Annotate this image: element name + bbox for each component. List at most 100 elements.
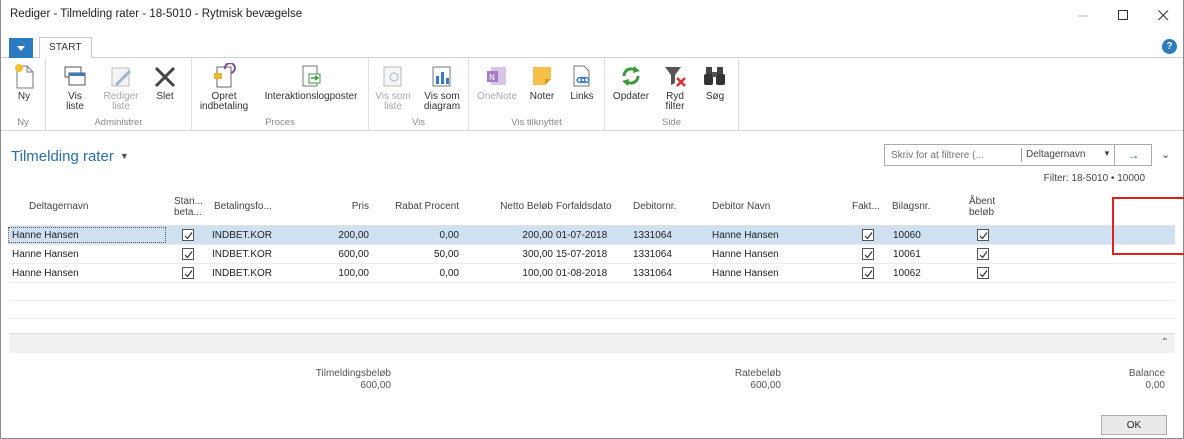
checkmark-icon (979, 270, 988, 278)
chevron-down-icon[interactable]: ▼ (1103, 149, 1111, 158)
cell-pris[interactable]: 600,00 (309, 249, 369, 260)
cell-netto[interactable]: 100,00 (493, 268, 553, 279)
app-menu-button[interactable] (9, 38, 33, 58)
view-as-chart-button[interactable]: Vis som diagram (419, 61, 465, 112)
checkbox-standard-betaling[interactable] (182, 248, 194, 260)
cell-debitor-navn[interactable]: Hanne Hansen (712, 230, 779, 241)
cell-betalingsform[interactable]: INDBET.KOR (212, 249, 272, 260)
checkbox-aabent-beloeb[interactable] (977, 248, 989, 260)
cell-pris[interactable]: 200,00 (309, 230, 369, 241)
cell-betalingsform[interactable]: INDBET.KOR (212, 230, 272, 241)
cell-debitor-navn[interactable]: Hanne Hansen (712, 249, 779, 260)
notes-button[interactable]: Noter (525, 61, 559, 102)
links-label: Links (570, 91, 594, 102)
chevron-down-icon[interactable]: ⌄ (1161, 148, 1170, 161)
cell-forfaldsdato[interactable]: 01-08-2018 (556, 268, 607, 279)
refresh-button[interactable]: Opdater (611, 61, 651, 102)
ribbon-tab-strip: START ? (1, 36, 1183, 59)
table-row[interactable]: Hanne Hansen INDBET.KOR 600,00 50,00 300… (9, 245, 1175, 264)
cell-betalingsform[interactable]: INDBET.KOR (212, 268, 272, 279)
col-aabent-beloeb[interactable]: Åbent beløb (969, 196, 995, 218)
cell-debitor-navn[interactable]: Hanne Hansen (712, 268, 779, 279)
col-faktureret[interactable]: Fakt... (852, 201, 880, 212)
clear-filter-icon (665, 67, 686, 87)
empty-row[interactable] (9, 301, 1175, 319)
checkbox-standard-betaling[interactable] (182, 267, 194, 279)
cell-debitornr[interactable]: 1331064 (633, 268, 672, 279)
checkbox-aabent-beloeb[interactable] (977, 267, 989, 279)
cell-bilagsnr[interactable]: 10062 (893, 268, 921, 279)
filter-field-select[interactable]: Deltagernavn (1026, 149, 1085, 160)
col-debitornr[interactable]: Debitornr. (633, 201, 676, 212)
arrow-right-icon[interactable]: → (1114, 145, 1152, 165)
col-pris[interactable]: Pris (319, 201, 369, 212)
filter-info: Filter: 18-5010 • 10000 (1043, 173, 1145, 184)
clear-filter-button[interactable]: Ryd filter (657, 61, 693, 112)
total-tilmelding-label: Tilmeldingsbeløb (315, 368, 391, 379)
dialog-window: Rediger - Tilmelding rater - 18-5010 - R… (0, 0, 1184, 439)
maximize-icon[interactable] (1103, 0, 1143, 30)
chevron-up-icon[interactable]: ⌃ (1161, 337, 1169, 348)
cell-debitornr[interactable]: 1331064 (633, 249, 672, 260)
total-balance-value: 0,00 (1145, 380, 1165, 391)
ok-button[interactable]: OK (1101, 415, 1167, 435)
col-standard-betaling[interactable]: Stan... beta... (174, 196, 203, 218)
cell-netto[interactable]: 300,00 (493, 249, 553, 260)
notes-label: Noter (529, 91, 555, 102)
checkbox-standard-betaling[interactable] (182, 229, 194, 241)
checkbox-faktureret[interactable] (862, 267, 874, 279)
cell-rabat[interactable]: 0,00 (399, 230, 459, 241)
tab-start[interactable]: START (39, 37, 92, 59)
col-betalingsform[interactable]: Betalingsfo... (214, 201, 272, 212)
checkmark-icon (979, 232, 988, 240)
col-netto-beloeb[interactable]: Netto Beløb (479, 201, 553, 212)
col-deltagernavn[interactable]: Deltagernavn (29, 201, 88, 212)
new-button[interactable]: Ny (9, 61, 39, 102)
checkbox-aabent-beloeb[interactable] (977, 229, 989, 241)
cell-forfaldsdato[interactable]: 01-07-2018 (556, 230, 607, 241)
col-rabat-procent[interactable]: Rabat Procent (379, 201, 459, 212)
checkbox-faktureret[interactable] (862, 248, 874, 260)
col-debitor-navn[interactable]: Debitor Navn (712, 201, 770, 212)
create-payment-button[interactable]: Opret indbetaling (198, 61, 250, 112)
links-button[interactable]: Links (565, 61, 599, 102)
onenote-button[interactable]: N OneNote (477, 61, 517, 102)
table-row[interactable]: Hanne Hansen INDBET.KOR 200,00 0,00 200,… (8, 226, 1175, 245)
cell-deltagernavn[interactable]: Hanne Hansen (8, 227, 166, 243)
notes-icon (533, 67, 551, 85)
total-tilmelding-value: 600,00 (360, 380, 391, 391)
col-bilagsnr[interactable]: Bilagsnr. (892, 201, 930, 212)
search-button[interactable]: Søg (697, 61, 733, 102)
close-icon[interactable] (1143, 0, 1183, 30)
cell-forfaldsdato[interactable]: 15-07-2018 (556, 249, 607, 260)
page-title[interactable]: Tilmelding rater ▼ (11, 148, 129, 165)
cell-rabat[interactable]: 50,00 (399, 249, 459, 260)
cell-debitornr[interactable]: 1331064 (633, 230, 672, 241)
minimize-icon[interactable] (1063, 0, 1103, 30)
view-list-label: Vis liste (66, 91, 84, 112)
edit-list-button[interactable]: Rediger liste (101, 61, 141, 112)
window-title: Rediger - Tilmelding rater - 18-5010 - R… (10, 8, 303, 20)
cell-deltagernavn[interactable]: Hanne Hansen (12, 249, 79, 260)
ribbon-group-administrer: Vis liste Rediger liste Slet Administrer (46, 58, 192, 131)
view-as-chart-label: Vis som diagram (423, 91, 461, 112)
view-as-list-button[interactable]: Vis som liste (373, 61, 413, 112)
cell-rabat[interactable]: 0,00 (399, 268, 459, 279)
cell-bilagsnr[interactable]: 10061 (893, 249, 921, 260)
totals-collapse-bar[interactable]: ⌃ (9, 333, 1175, 353)
empty-row[interactable] (9, 283, 1175, 301)
help-icon[interactable]: ? (1162, 39, 1177, 54)
interaction-log-button[interactable]: Interaktionslogposter (258, 61, 364, 102)
cell-deltagernavn[interactable]: Hanne Hansen (12, 268, 79, 279)
col-forfaldsdato[interactable]: Forfaldsdato (556, 201, 612, 212)
cell-bilagsnr[interactable]: 10060 (893, 230, 921, 241)
delete-button[interactable]: Slet (148, 61, 182, 102)
table-row[interactable]: Hanne Hansen INDBET.KOR 100,00 0,00 100,… (9, 264, 1175, 283)
checkmark-icon (864, 270, 873, 278)
cell-netto[interactable]: 200,00 (493, 230, 553, 241)
cell-pris[interactable]: 100,00 (309, 268, 369, 279)
checkbox-faktureret[interactable] (862, 229, 874, 241)
filter-input[interactable] (885, 145, 1021, 165)
total-rate-label: Ratebeløb (734, 368, 781, 379)
view-list-button[interactable]: Vis liste (58, 61, 92, 112)
